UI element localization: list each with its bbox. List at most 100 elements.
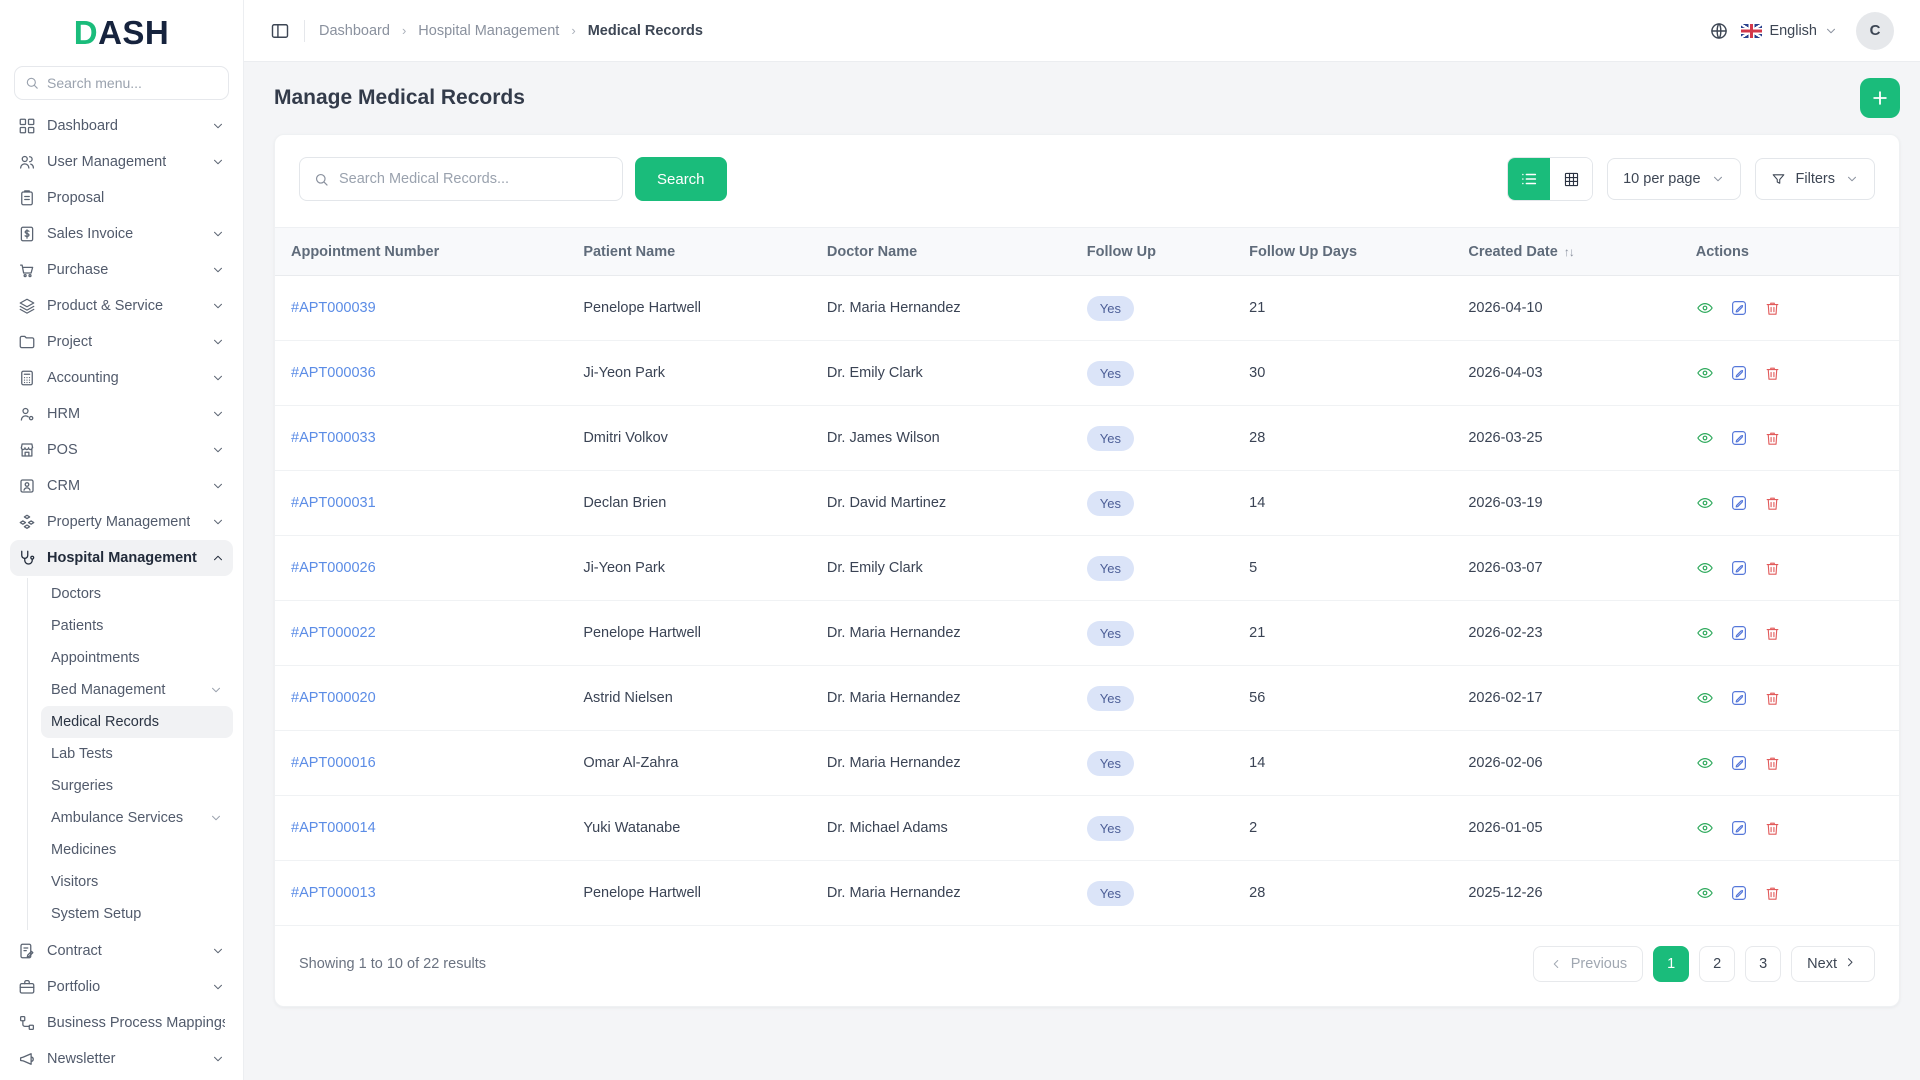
view-button[interactable] bbox=[1696, 689, 1714, 707]
edit-button[interactable] bbox=[1730, 819, 1748, 837]
uk-flag-icon bbox=[1741, 23, 1763, 38]
sidebar-subitem-visitors[interactable]: Visitors bbox=[41, 866, 233, 898]
appointment-number-link[interactable]: #APT000016 bbox=[291, 755, 376, 771]
card-toolbar: Search 10 per page Filters bbox=[275, 135, 1899, 223]
appointment-number-link[interactable]: #APT000036 bbox=[291, 365, 376, 381]
appointment-number-link[interactable]: #APT000031 bbox=[291, 495, 376, 511]
delete-button[interactable] bbox=[1764, 300, 1781, 317]
sidebar-item-proposal[interactable]: Proposal bbox=[10, 180, 233, 216]
edit-button[interactable] bbox=[1730, 559, 1748, 577]
sidebar-subitem-ambulance-services[interactable]: Ambulance Services bbox=[41, 802, 233, 834]
delete-button[interactable] bbox=[1764, 430, 1781, 447]
sidebar-item-purchase[interactable]: Purchase bbox=[10, 252, 233, 288]
delete-button[interactable] bbox=[1764, 560, 1781, 577]
grid-view-button[interactable] bbox=[1550, 158, 1593, 200]
sidebar-item-portfolio[interactable]: Portfolio bbox=[10, 969, 233, 1005]
sidebar-item-hrm[interactable]: HRM bbox=[10, 396, 233, 432]
view-button[interactable] bbox=[1696, 364, 1714, 382]
megaphone-icon bbox=[19, 1053, 34, 1065]
sidebar-subitem-medicines[interactable]: Medicines bbox=[41, 834, 233, 866]
edit-button[interactable] bbox=[1730, 494, 1748, 512]
chevron-down-icon bbox=[214, 303, 222, 309]
sidebar-subitem-medical-records[interactable]: Medical Records bbox=[41, 706, 233, 738]
appointment-number-link[interactable]: #APT000039 bbox=[291, 300, 376, 316]
delete-button[interactable] bbox=[1764, 755, 1781, 772]
edit-button[interactable] bbox=[1730, 689, 1748, 707]
view-button[interactable] bbox=[1696, 559, 1714, 577]
sidebar-subitem-surgeries[interactable]: Surgeries bbox=[41, 770, 233, 802]
nodes-icon bbox=[19, 1015, 35, 1031]
appointment-number-link[interactable]: #APT000020 bbox=[291, 690, 376, 706]
search-button[interactable]: Search bbox=[635, 157, 727, 201]
sidebar-item-newsletter[interactable]: Newsletter bbox=[10, 1041, 233, 1077]
sidebar-subitem-system-setup[interactable]: System Setup bbox=[41, 898, 233, 930]
records-search-input[interactable] bbox=[339, 171, 609, 187]
language-selector[interactable]: English bbox=[1741, 23, 1838, 39]
sidebar-item-contract[interactable]: Contract bbox=[10, 933, 233, 969]
list-view-button[interactable] bbox=[1508, 158, 1551, 200]
view-button[interactable] bbox=[1696, 819, 1714, 837]
page-button-1[interactable]: 1 bbox=[1653, 946, 1690, 982]
delete-button[interactable] bbox=[1764, 625, 1781, 642]
sidebar-item-property-management[interactable]: Property Management bbox=[10, 504, 233, 540]
avatar[interactable]: C bbox=[1856, 11, 1894, 50]
sidebar-subitem-lab-tests[interactable]: Lab Tests bbox=[41, 738, 233, 770]
sidebar-search-input[interactable] bbox=[14, 66, 229, 100]
sidebar-subitem-label: Appointments bbox=[51, 650, 140, 666]
table-row: #APT000033 Dmitri Volkov Dr. James Wilson Y… bbox=[275, 405, 1899, 471]
per-page-select[interactable]: 10 per page bbox=[1607, 158, 1741, 200]
sidebar-item-dashboard[interactable]: Dashboard bbox=[10, 108, 233, 144]
sidebar-item-accounting[interactable]: Accounting bbox=[10, 360, 233, 396]
appointment-number-link[interactable]: #APT000013 bbox=[291, 885, 376, 901]
view-button[interactable] bbox=[1696, 754, 1714, 772]
delete-button[interactable] bbox=[1764, 820, 1781, 837]
view-button[interactable] bbox=[1696, 624, 1714, 642]
page-button-2[interactable]: 2 bbox=[1699, 946, 1736, 982]
appointment-number-link[interactable]: #APT000014 bbox=[291, 820, 376, 836]
page-button-3[interactable]: 3 bbox=[1745, 946, 1782, 982]
sidebar-item-project[interactable]: Project bbox=[10, 324, 233, 360]
edit-button[interactable] bbox=[1730, 754, 1748, 772]
edit-icon bbox=[1731, 886, 1746, 900]
breadcrumb-item-dashboard[interactable]: Dashboard bbox=[319, 23, 390, 39]
next-page-button[interactable]: Next bbox=[1791, 946, 1875, 982]
filters-button[interactable]: Filters bbox=[1754, 158, 1875, 200]
add-record-button[interactable] bbox=[1860, 78, 1900, 118]
sidebar-subitem-doctors[interactable]: Doctors bbox=[41, 578, 233, 610]
sidebar-item-product-service[interactable]: Product & Service bbox=[10, 288, 233, 324]
sidebar-subitem-bed-management[interactable]: Bed Management bbox=[41, 674, 233, 706]
view-button[interactable] bbox=[1696, 494, 1714, 512]
view-button[interactable] bbox=[1696, 884, 1714, 902]
sidebar-item-business-process-mappings[interactable]: Business Process Mappings bbox=[10, 1005, 233, 1041]
sidebar-item-hospital-management[interactable]: Hospital Management bbox=[10, 540, 233, 576]
delete-button[interactable] bbox=[1764, 365, 1781, 382]
view-toggle-group bbox=[1507, 157, 1594, 201]
edit-button[interactable] bbox=[1730, 429, 1748, 447]
view-button[interactable] bbox=[1696, 429, 1714, 447]
appointment-number-link[interactable]: #APT000026 bbox=[291, 560, 376, 576]
sidebar-subitem-patients[interactable]: Patients bbox=[41, 610, 233, 642]
column-header-created-date[interactable]: Created Date ↑↓ bbox=[1452, 227, 1680, 276]
edit-button[interactable] bbox=[1730, 299, 1748, 317]
doctor-name-cell: Dr. James Wilson bbox=[810, 405, 1071, 471]
globe-icon[interactable] bbox=[1709, 21, 1729, 41]
view-button[interactable] bbox=[1696, 299, 1714, 317]
sidebar-subitem-appointments[interactable]: Appointments bbox=[41, 642, 233, 674]
delete-button[interactable] bbox=[1764, 885, 1781, 902]
sidebar-item-crm[interactable]: CRM bbox=[10, 468, 233, 504]
edit-button[interactable] bbox=[1730, 364, 1748, 382]
sidebar-item-sales-invoice[interactable]: Sales Invoice bbox=[10, 216, 233, 252]
previous-page-button[interactable]: Previous bbox=[1532, 946, 1644, 982]
edit-button[interactable] bbox=[1730, 884, 1748, 902]
sidebar-item-user-management[interactable]: User Management bbox=[10, 144, 233, 180]
edit-button[interactable] bbox=[1730, 624, 1748, 642]
delete-button[interactable] bbox=[1764, 690, 1781, 707]
follow-up-days-cell: 30 bbox=[1233, 340, 1453, 406]
appointment-number-link[interactable]: #APT000033 bbox=[291, 430, 376, 446]
breadcrumb-item-hospital-management[interactable]: Hospital Management bbox=[418, 23, 559, 39]
delete-button[interactable] bbox=[1764, 495, 1781, 512]
created-date-cell: 2026-03-25 bbox=[1452, 405, 1680, 471]
sidebar-item-pos[interactable]: POS bbox=[10, 432, 233, 468]
sidebar-toggle-button[interactable] bbox=[270, 21, 290, 41]
appointment-number-link[interactable]: #APT000022 bbox=[291, 625, 376, 641]
